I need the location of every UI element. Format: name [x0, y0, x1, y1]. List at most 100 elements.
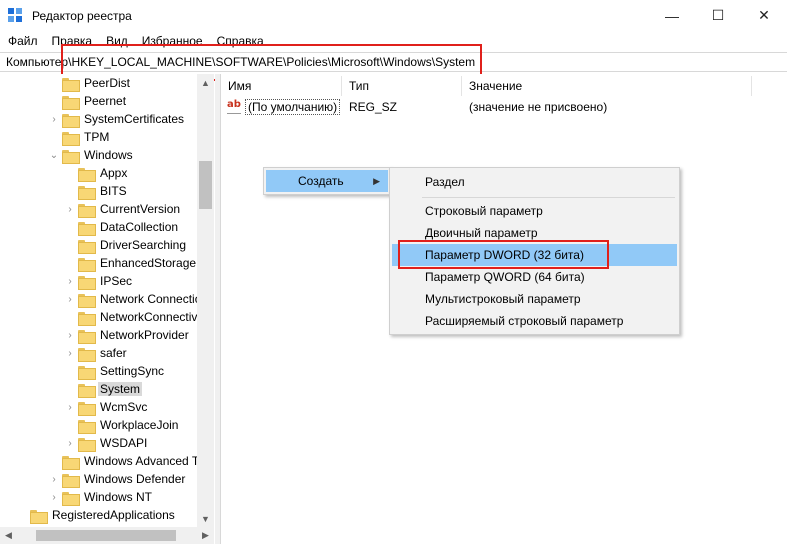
expander-icon[interactable]: › — [64, 398, 76, 416]
tree-item[interactable]: ⌄ Windows — [48, 146, 135, 164]
tree-item[interactable]: PeerDist — [48, 74, 132, 92]
menu-item-expandable-string-value[interactable]: Расширяемый строковый параметр — [392, 310, 677, 332]
tree-item[interactable]: TPM — [48, 128, 111, 146]
close-button[interactable]: ✕ — [741, 0, 787, 31]
tree-item[interactable]: DriverSearching — [64, 236, 188, 254]
expander-icon[interactable]: › — [48, 470, 60, 488]
expander-icon[interactable]: › — [64, 200, 76, 218]
column-header-type[interactable]: Тип — [342, 76, 462, 96]
value-row[interactable]: ab (По умолчанию) — [221, 97, 341, 117]
menu-edit[interactable]: Правка — [45, 34, 100, 48]
folder-icon — [62, 113, 80, 128]
tree-item[interactable]: Windows Advanced T — [48, 452, 201, 470]
column-header-name[interactable]: Имя — [221, 76, 342, 96]
folder-icon — [78, 293, 96, 308]
menu-item-multi-string-value[interactable]: Мультистроковый параметр — [392, 288, 677, 310]
expander-icon[interactable]: › — [64, 290, 76, 308]
tree-item[interactable]: EnhancedStorageD — [64, 254, 207, 272]
tree-item[interactable]: › NetworkProvider — [64, 326, 191, 344]
tree-item[interactable]: WorkplaceJoin — [64, 416, 180, 434]
tree-item[interactable]: › safer — [64, 344, 129, 362]
tree-item-selected[interactable]: System — [64, 380, 143, 398]
tree-item[interactable]: BITS — [64, 182, 129, 200]
tree-item[interactable]: NetworkConnectivi — [64, 308, 202, 326]
tree-item[interactable]: › Network Connectio — [64, 290, 203, 308]
expander-icon[interactable]: › — [48, 488, 60, 506]
expander-icon[interactable] — [64, 236, 76, 254]
menu-favorites[interactable]: Избранное — [135, 34, 210, 48]
expander-icon[interactable] — [48, 92, 60, 110]
folder-icon — [78, 401, 96, 416]
tree-horizontal-scrollbar[interactable]: ◀ ▶ — [0, 527, 214, 544]
menu-item-qword-value[interactable]: Параметр QWORD (64 бита) — [392, 266, 677, 288]
scroll-up-icon[interactable]: ▲ — [197, 74, 214, 91]
menu-help[interactable]: Справка — [210, 34, 271, 48]
scroll-thumb[interactable] — [199, 161, 212, 209]
tree-item[interactable]: › WcmSvc — [64, 398, 149, 416]
minimize-button[interactable]: — — [649, 0, 695, 31]
scroll-thumb[interactable] — [36, 530, 176, 541]
tree-item[interactable]: › Windows Defender — [48, 470, 187, 488]
tree-item[interactable]: › SystemCertificates — [48, 110, 186, 128]
expander-icon[interactable] — [64, 416, 76, 434]
tree-item[interactable]: › CurrentVersion — [64, 200, 182, 218]
expander-icon[interactable]: › — [48, 110, 60, 128]
address-bar[interactable]: Компьютер\HKEY_LOCAL_MACHINE\SOFTWARE\Po… — [0, 52, 787, 72]
folder-icon — [78, 383, 96, 398]
tree-item[interactable]: › Windows NT — [48, 488, 154, 506]
folder-icon — [62, 455, 80, 470]
key-tree[interactable]: PeerDist Peernet › SystemCertificates TPM… — [0, 74, 213, 527]
value-data: (значение не присвоено) — [469, 100, 608, 114]
tree-item[interactable]: RegisteredApplications — [16, 506, 177, 524]
menu-view[interactable]: Вид — [99, 34, 135, 48]
folder-icon — [78, 365, 96, 380]
scroll-left-icon[interactable]: ◀ — [0, 527, 17, 544]
column-header-value[interactable]: Значение — [462, 76, 752, 96]
folder-icon — [78, 167, 96, 182]
value-type: REG_SZ — [349, 100, 398, 114]
tree-item[interactable]: Appx — [64, 164, 129, 182]
expander-icon[interactable] — [64, 308, 76, 326]
tree-item[interactable]: SettingSync — [64, 362, 166, 380]
expander-icon[interactable] — [64, 164, 76, 182]
expander-icon[interactable]: › — [64, 326, 76, 344]
folder-icon — [78, 221, 96, 236]
expander-icon[interactable] — [48, 128, 60, 146]
expander-icon[interactable]: › — [64, 272, 76, 290]
window-title: Редактор реестра — [32, 8, 132, 23]
expander-icon[interactable] — [64, 182, 76, 200]
expander-icon[interactable] — [64, 362, 76, 380]
expander-icon[interactable]: › — [64, 344, 76, 362]
expander-icon[interactable]: › — [64, 434, 76, 452]
menu-item-create[interactable]: Создать ▶ — [266, 170, 388, 192]
tree-item[interactable]: DataCollection — [64, 218, 180, 236]
expander-icon[interactable] — [64, 380, 76, 398]
expander-icon[interactable] — [16, 506, 28, 524]
scroll-right-icon[interactable]: ▶ — [197, 527, 214, 544]
folder-icon — [62, 131, 80, 146]
menu-file[interactable]: Файл — [0, 34, 45, 48]
menu-item-binary-value[interactable]: Двоичный параметр — [392, 222, 677, 244]
expander-icon[interactable] — [64, 218, 76, 236]
expander-icon[interactable] — [64, 254, 76, 272]
tree-item[interactable]: Peernet — [48, 92, 128, 110]
expander-icon[interactable] — [48, 452, 60, 470]
folder-icon — [78, 185, 96, 200]
folder-icon — [78, 437, 96, 452]
expander-icon[interactable]: ⌄ — [48, 146, 60, 164]
folder-icon — [78, 419, 96, 434]
folder-icon — [78, 203, 96, 218]
tree-vertical-scrollbar[interactable]: ▲ ▼ — [197, 74, 214, 527]
expander-icon[interactable] — [48, 74, 60, 92]
menu-item-string-value[interactable]: Строковый параметр — [392, 200, 677, 222]
scroll-down-icon[interactable]: ▼ — [197, 510, 214, 527]
tree-item[interactable]: › IPSec — [64, 272, 134, 290]
folder-icon — [78, 329, 96, 344]
tree-item[interactable]: › WSDAPI — [64, 434, 149, 452]
address-path[interactable]: Компьютер\HKEY_LOCAL_MACHINE\SOFTWARE\Po… — [6, 55, 475, 69]
menu-item-dword-value[interactable]: Параметр DWORD (32 бита) — [392, 244, 677, 266]
menu-item-key[interactable]: Раздел — [392, 171, 677, 193]
maximize-button[interactable]: ☐ — [695, 0, 741, 31]
menu-separator — [422, 197, 675, 198]
chevron-right-icon: ▶ — [373, 175, 380, 186]
